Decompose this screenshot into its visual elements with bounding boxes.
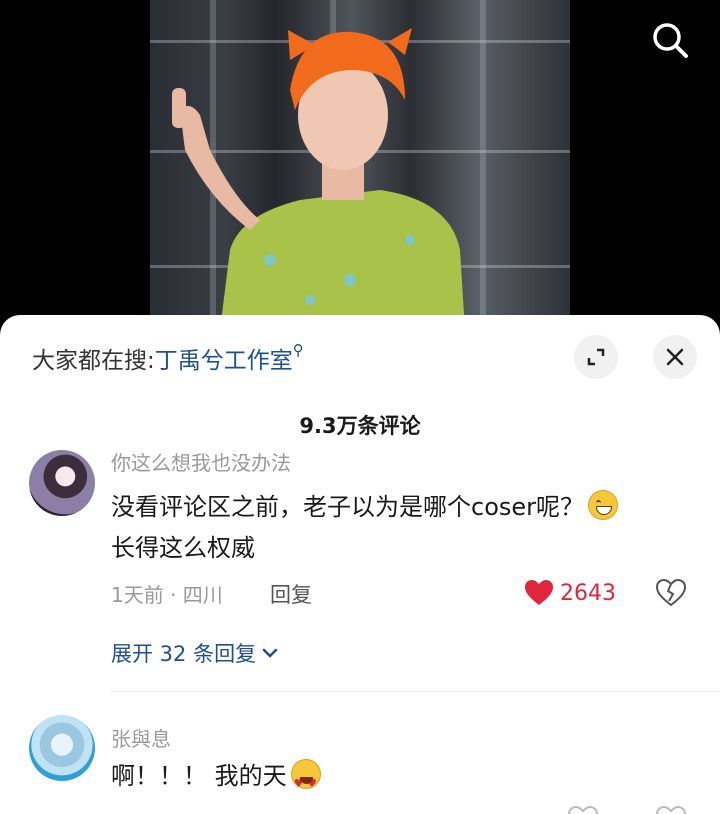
trending-prefix: 大家都在搜: — [32, 348, 155, 374]
trending-search[interactable]: 大家都在搜:丁禹兮工作室⚲ — [32, 341, 304, 375]
search-icon — [653, 23, 688, 58]
comment-username[interactable]: 张與息 — [111, 723, 171, 752]
heart-icon — [525, 580, 553, 605]
video-frame — [150, 0, 570, 330]
reply-button[interactable]: 回复 — [270, 579, 312, 609]
chevron-down-icon — [262, 648, 278, 658]
comment-text: 啊！！！ 我的天 — [111, 756, 321, 804]
comment-text: 没看评论区之前，老子以为是哪个coser呢？ 长得这么权威 — [111, 487, 671, 569]
expand-icon — [587, 348, 605, 366]
close-button[interactable] — [653, 335, 697, 379]
heart-outline-icon — [568, 806, 598, 814]
grinning-emoji-icon — [588, 490, 619, 520]
trending-keyword[interactable]: 丁禹兮工作室 — [155, 348, 293, 374]
comment-text-line1: 没看评论区之前，老子以为是哪个coser呢？ — [111, 493, 585, 521]
close-icon — [666, 348, 684, 366]
dislike-button[interactable] — [655, 578, 687, 611]
expand-replies-label: 展开 32 条回复 — [111, 642, 257, 666]
comment-time-location: 1天前 · 四川 — [111, 583, 223, 607]
search-button[interactable] — [648, 18, 692, 62]
small-search-icon: ⚲ — [292, 341, 304, 359]
expand-replies-link[interactable]: 展开 32 条回复 — [111, 638, 280, 668]
expand-button[interactable] — [574, 335, 618, 379]
avatar[interactable] — [29, 715, 95, 781]
comment-sheet: 大家都在搜:丁禹兮工作室⚲ 9.3万条评论 你这么想我也没办法 没看评论区之前，… — [0, 315, 720, 814]
broken-heart-icon — [656, 806, 686, 814]
comment-text-line1: 啊！！！ 我的天 — [111, 762, 287, 790]
like-count: 2643 — [560, 580, 616, 606]
heart-eyes-emoji-icon — [290, 759, 321, 804]
divider — [111, 691, 720, 692]
broken-heart-icon — [655, 578, 687, 607]
avatar[interactable] — [29, 450, 95, 516]
comment-count: 9.3万条评论 — [299, 414, 421, 438]
comment-text-line2: 长得这么权威 — [111, 534, 255, 562]
cosplayer-figure — [172, 28, 465, 330]
like-button[interactable]: 2643 — [524, 579, 616, 607]
comment-username[interactable]: 你这么想我也没办法 — [111, 453, 291, 473]
video-player[interactable] — [0, 0, 720, 330]
